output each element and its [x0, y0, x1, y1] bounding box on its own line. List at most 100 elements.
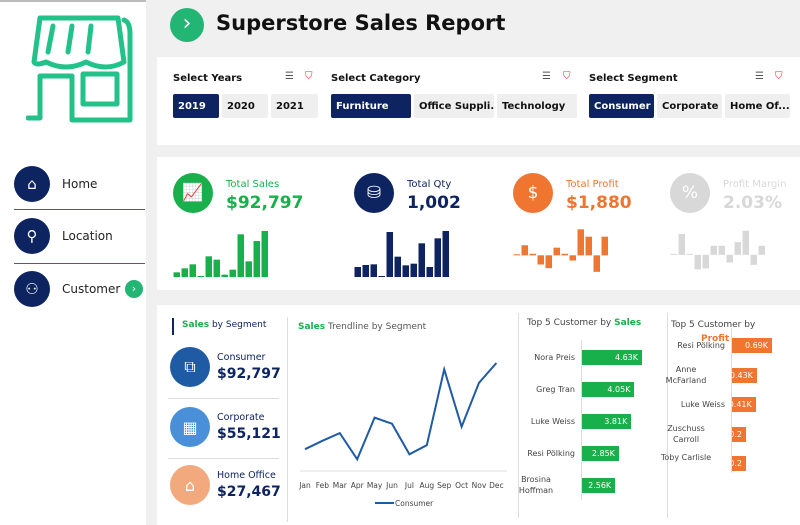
sidebar-item-customer[interactable]: ⚇ Customer › [14, 264, 145, 314]
page-title: Superstore Sales Report [216, 11, 506, 35]
segment-value: $92,797 [217, 366, 281, 382]
sidebar-item-location[interactable]: ⚲ Location [14, 211, 145, 261]
sparkline-bar [710, 245, 717, 255]
consumer-series-line [304, 362, 498, 462]
segment-value: $55,121 [217, 426, 281, 442]
multi-select-icon[interactable]: ☰ [285, 71, 294, 82]
kpi-label: Total Qty [407, 179, 452, 190]
sales-bar[interactable]: 2.56K [582, 478, 616, 493]
profit-bar[interactable]: 0.41K [732, 397, 756, 412]
sparkline-bar [577, 229, 584, 256]
sparkline-bar [189, 264, 196, 277]
segment-option-consumer[interactable]: Consumer [589, 94, 654, 118]
category-option-office-supplies[interactable]: Office Suppli... [414, 94, 494, 118]
sales-bar[interactable]: 4.63K [582, 350, 642, 365]
x-tick-label: Jul [404, 481, 414, 490]
segment-label: Corporate [217, 412, 265, 423]
divider [168, 458, 279, 459]
clear-filter-icon[interactable]: ⛉ [305, 71, 313, 82]
multi-select-icon[interactable]: ☰ [755, 71, 764, 82]
bar-label: 2.56K [588, 481, 612, 490]
filter-title: Select Category [331, 73, 421, 84]
chevron-right-icon[interactable]: › [170, 8, 204, 42]
customer-name: Luke Weiss [680, 400, 725, 409]
sparkline-bar [718, 245, 725, 255]
bar-label: 3.81K [604, 417, 628, 426]
sparkline-bar [245, 261, 252, 277]
sales-bar[interactable]: 4.05K [582, 382, 635, 397]
sparkline-bar [537, 255, 544, 265]
location-pin-icon: ⚲ [14, 218, 50, 254]
sales-bar[interactable]: 3.81K [582, 414, 632, 429]
category-option-furniture[interactable]: Furniture [331, 94, 411, 118]
sparkline-bar [513, 254, 520, 256]
multi-select-icon[interactable]: ☰ [542, 71, 551, 82]
bar-label: 4.63K [614, 353, 638, 362]
profit-sparkline [513, 229, 608, 272]
bar-label: 0.43K [732, 370, 753, 380]
filter-title: Select Years [173, 73, 243, 84]
sparkline-bar [585, 236, 592, 256]
x-tick-label: Nov [472, 481, 487, 490]
clear-filter-icon[interactable]: ⛉ [563, 71, 571, 82]
sidebar-item-label: Customer [62, 282, 121, 296]
filter-panel: Select Years ☰ ⛉ 2019 2020 2021 Select C… [157, 57, 800, 145]
sparkline-bar [378, 276, 385, 277]
sparkline-bar [750, 254, 757, 265]
percent-icon: % [670, 173, 710, 213]
sidebar-item-home[interactable]: ⌂ Home [14, 159, 145, 209]
sparkline-bar [213, 259, 220, 277]
sparkline-bar [434, 238, 441, 277]
x-tick-label: May [367, 481, 383, 490]
sparkline-bar [678, 234, 685, 255]
profit-bar[interactable]: 0.2 [732, 456, 746, 471]
kpi-label: Profit Margin [723, 179, 787, 190]
sparkline-bar [702, 254, 709, 269]
accent-bar [172, 318, 174, 335]
segment-label: Home Office [217, 470, 276, 481]
segment-option-home-office[interactable]: Home Of... [725, 94, 790, 118]
segment-option-corporate[interactable]: Corporate [657, 94, 722, 118]
sparkline-bar [237, 234, 244, 277]
coins-stack-icon: ⛁ [354, 173, 394, 213]
bar-label: 0.2 [732, 459, 742, 468]
kpi-value: $1,880 [566, 193, 632, 213]
customer-name: Toby Carlisle [660, 453, 712, 462]
sales-bar[interactable]: 2.85K [582, 446, 619, 461]
x-tick-label: Mar [333, 481, 348, 490]
sparkline-bar [734, 242, 741, 255]
x-tick-label: Sep [437, 481, 451, 490]
year-option-2019[interactable]: 2019 [173, 94, 219, 118]
sparkline-bar [442, 231, 449, 277]
title-rest: Trendline by Segment [325, 322, 427, 332]
sparkline-bar [221, 274, 228, 277]
segment-value: $27,467 [217, 484, 281, 500]
sidebar-item-label: Home [62, 177, 98, 191]
sparkline-bar [593, 255, 600, 272]
category-option-technology[interactable]: Technology [497, 94, 577, 118]
sparkline-bar [686, 253, 693, 255]
profit-bar[interactable]: 0.43K [732, 367, 757, 383]
profit-chart-icon: $ [513, 173, 553, 213]
sparkline-bar [418, 243, 425, 277]
year-option-2020[interactable]: 2020 [222, 94, 268, 118]
clear-filter-icon[interactable]: ⛉ [775, 71, 783, 82]
customer-name: Greg Tran [536, 385, 575, 394]
kpi-label: Total Profit [566, 179, 619, 190]
sparkline-bar [545, 255, 552, 269]
kpi-panel: 📈 Total Sales $92,797 ⛁ Total Qty 1,002 $ … [157, 157, 800, 290]
margin-sparkline [670, 230, 765, 270]
sales-trend-line-chart: Jan Feb Mar Apr May Jun Jul Aug Sep Oct Nov Dec Cons… [298, 362, 507, 508]
sparkline-bar [253, 241, 260, 277]
title-rest: by Segment [209, 320, 267, 330]
sparkline-bar [694, 254, 701, 270]
sparkline-bar [521, 245, 528, 256]
chevron-right-icon[interactable]: › [125, 280, 143, 298]
year-option-2021[interactable]: 2021 [271, 94, 318, 118]
divider [287, 317, 288, 522]
sales-sparkline [173, 231, 268, 277]
profit-bar[interactable]: 0.2 [732, 426, 746, 442]
sidebar: ⌂ Home ⚲ Location ⚇ Customer › [0, 0, 146, 525]
segment-label: Consumer [217, 352, 266, 363]
profit-bar[interactable]: 0.69K [732, 338, 772, 353]
